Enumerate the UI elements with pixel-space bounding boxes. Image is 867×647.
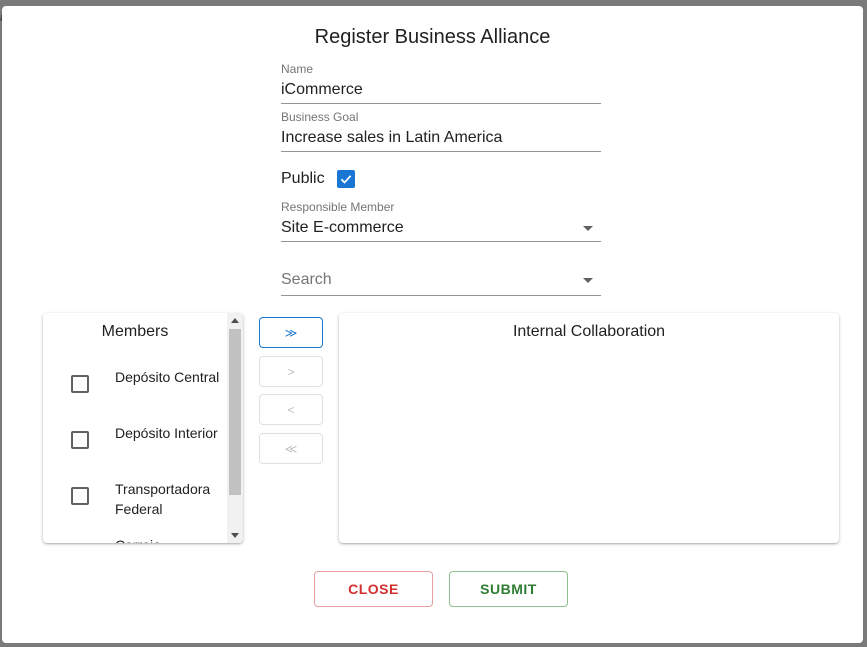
members-title: Members (101, 323, 169, 340)
scroll-up-icon[interactable] (231, 318, 239, 323)
close-button[interactable]: CLOSE (314, 571, 433, 607)
public-row: Public (281, 167, 355, 191)
checkmark-icon (340, 175, 351, 184)
member-label: Correio (115, 535, 225, 543)
business-goal-field[interactable]: Business Goal Increase sales in Latin Am… (281, 110, 601, 152)
move-all-right-button[interactable]: ≫ (259, 317, 323, 348)
responsible-member-select[interactable]: Site E-commerce (281, 214, 601, 242)
search-field[interactable]: Search (281, 266, 601, 296)
business-goal-label: Business Goal (281, 110, 359, 124)
business-goal-input[interactable]: Increase sales in Latin America (281, 124, 601, 152)
member-checkbox[interactable] (71, 431, 89, 449)
search-placeholder: Search (281, 271, 332, 288)
scroll-down-icon[interactable] (231, 533, 239, 538)
member-checkbox[interactable] (71, 375, 89, 393)
name-label: Name (281, 62, 314, 76)
members-scrollbar[interactable] (227, 313, 243, 543)
list-item[interactable]: Depósito Central (43, 358, 227, 414)
internal-collaboration-title: Internal Collaboration (512, 323, 666, 340)
name-field[interactable]: Name iCommerce (281, 62, 601, 104)
responsible-member-field[interactable]: Responsible Member Site E-commerce (281, 200, 601, 242)
public-label: Public (281, 170, 325, 187)
dialog-title: Register Business Alliance (314, 26, 551, 48)
move-right-button[interactable]: > (259, 356, 323, 387)
responsible-member-label: Responsible Member (281, 200, 395, 214)
name-input[interactable]: iCommerce (281, 76, 601, 104)
scroll-thumb[interactable] (229, 329, 241, 495)
chevron-down-icon[interactable] (583, 226, 593, 231)
member-checkbox[interactable] (71, 487, 89, 505)
public-checkbox[interactable] (336, 170, 355, 188)
responsible-member-value: Site E-commerce (281, 219, 404, 236)
internal-collaboration-panel: Internal Collaboration (339, 313, 839, 543)
submit-button[interactable]: SUBMIT (449, 571, 568, 607)
search-input[interactable]: Search (281, 266, 601, 296)
register-alliance-dialog: Register Business Alliance Name iCommerc… (2, 6, 863, 643)
chevron-down-icon[interactable] (583, 278, 593, 283)
members-list-panel: Members Depósito Central Depósito Interi… (43, 313, 243, 543)
member-label: Depósito Interior (115, 425, 218, 441)
move-left-button[interactable]: < (259, 394, 323, 425)
member-label: Transportadora Federal (115, 481, 211, 517)
list-item[interactable]: Transportadora Federal (43, 470, 227, 526)
list-item[interactable]: Depósito Interior (43, 414, 227, 470)
list-item[interactable]: Correio (43, 526, 227, 543)
member-label: Depósito Central (115, 369, 220, 385)
move-all-left-button[interactable]: ≪ (259, 433, 323, 464)
